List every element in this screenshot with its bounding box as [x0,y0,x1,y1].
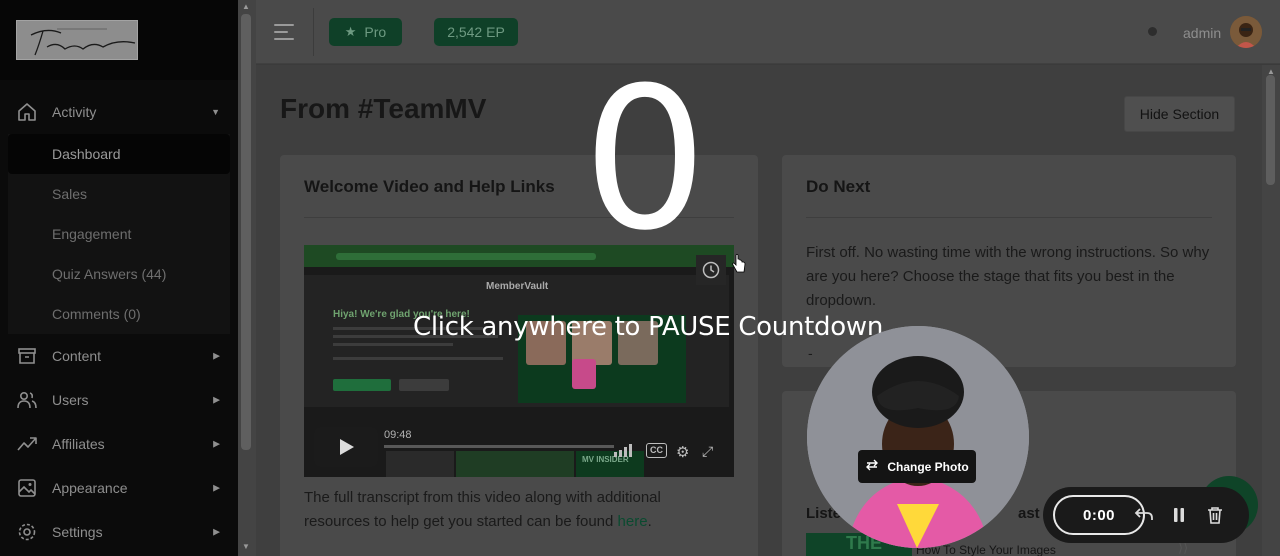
menu-toggle-icon[interactable] [274,24,294,40]
topbar-divider [313,8,314,56]
sidebar-nav: Activity ▼ Dashboard Sales Engagement Qu… [0,80,238,554]
video-cta-secondary [399,379,449,391]
sidebar-item-affiliates[interactable]: Affiliates ▶ [0,422,238,466]
recording-controls: 0:00 [1043,487,1249,543]
captions-icon[interactable]: CC [646,443,667,458]
pro-label: Pro [364,24,387,40]
sidebar-item-label: Affiliates [52,436,105,452]
logo-area [0,0,238,80]
countdown-number[interactable]: 0 [560,62,730,258]
sidebar: Activity ▼ Dashboard Sales Engagement Qu… [0,0,238,556]
sidebar-scroll-thumb[interactable] [241,14,251,450]
chevron-down-icon: ▼ [211,107,220,117]
transcript-text: The full transcript from this video alon… [304,486,714,534]
sidebar-item-users[interactable]: Users ▶ [0,378,238,422]
chevron-right-icon: ▶ [213,526,220,537]
pause-icon[interactable] [1168,504,1190,526]
stage-select[interactable]: - [808,345,813,361]
page-scroll-thumb[interactable] [1266,75,1275,185]
hand-cursor-icon [732,254,746,279]
sidebar-subitem-comments[interactable]: Comments (0) [8,294,230,334]
play-button[interactable] [314,427,378,467]
app-root: Activity ▼ Dashboard Sales Engagement Qu… [0,0,1280,556]
status-indicator [1148,27,1157,36]
fullscreen-icon[interactable]: ⤢ [702,443,713,460]
main-content: From #TeamMV Hide Section Welcome Video … [256,65,1262,556]
sidebar-item-content[interactable]: Content ▶ [0,334,238,378]
video-face [572,359,596,389]
card-divider [806,217,1212,218]
trending-icon [16,433,38,455]
volume-icon[interactable] [614,443,636,460]
sidebar-subitem-sales[interactable]: Sales [8,174,230,214]
page-title: From #TeamMV [280,93,487,124]
video-text-line [333,343,453,346]
swap-icon [865,458,879,475]
sidebar-item-label: Activity [52,104,97,120]
video-timecode: 09:48 [384,429,412,441]
activity-submenu: Dashboard Sales Engagement Quiz Answers … [8,134,230,334]
webcam-bubble[interactable] [807,326,1029,548]
sidebar-item-label: Users [52,392,89,408]
sidebar-item-activity[interactable]: Activity ▼ [0,90,238,134]
welcome-video[interactable]: MemberVault Hiya! We're glad you're here… [304,245,734,477]
sidebar-item-label: Appearance [52,480,128,496]
sidebar-scrollbar[interactable]: ▲ ▼ [238,0,256,556]
video-brand: MemberVault [486,281,549,292]
home-icon [16,101,38,123]
pause-countdown-message[interactable]: Click anywhere to PAUSE Countdown [413,312,883,342]
transcript-period: . [647,513,652,530]
chevron-right-icon: ▶ [213,350,220,361]
sidebar-subitem-quiz-answers[interactable]: Quiz Answers (44) [8,254,230,294]
do-next-title: Do Next [806,177,871,196]
sidebar-item-settings[interactable]: Settings ▶ [0,510,238,554]
undo-icon[interactable] [1133,504,1155,526]
transcript-body: The full transcript from this video alon… [304,489,661,530]
star-icon: ★ [344,24,357,39]
video-thumb-strip [456,451,574,477]
transcript-link[interactable]: here [618,513,648,530]
temple-logo[interactable] [16,20,138,60]
trash-icon[interactable] [1204,504,1226,526]
sidebar-item-label: Content [52,348,102,364]
pro-badge-button[interactable]: ★ Pro [329,18,402,46]
chevron-right-icon: ▶ [213,438,220,449]
avatar[interactable] [1230,16,1262,48]
image-icon [16,477,38,499]
hide-section-button[interactable]: Hide Section [1124,96,1235,132]
video-text-line [333,357,503,360]
archive-icon [16,345,38,367]
users-icon [16,389,38,411]
chevron-right-icon: ▶ [213,394,220,405]
sidebar-subitem-engagement[interactable]: Engagement [8,214,230,254]
welcome-card-title: Welcome Video and Help Links [304,177,555,196]
sidebar-item-label: Settings [52,524,103,540]
sidebar-item-appearance[interactable]: Appearance ▶ [0,466,238,510]
page-scrollbar[interactable]: ▲ [1262,65,1280,556]
video-progress-bar[interactable] [384,445,614,448]
settings-icon[interactable]: ⚙ [676,443,689,461]
change-photo-button[interactable]: Change Photo [858,450,976,483]
ep-points-button[interactable]: 2,542 EP [434,18,518,46]
sidebar-subitem-dashboard[interactable]: Dashboard [8,134,230,174]
video-thumb-strip [386,451,454,477]
scroll-down-icon[interactable]: ▼ [242,542,250,551]
gear-icon [16,521,38,543]
recording-timer: 0:00 [1053,495,1145,535]
chevron-right-icon: ▶ [213,482,220,493]
video-cta-primary [333,379,391,391]
do-next-text: First off. No wasting time with the wron… [806,244,1210,309]
scroll-up-icon[interactable]: ▲ [242,2,250,11]
video-player-controls: MV INSIDER 09:48 CC ⚙ ⤢ [304,421,734,477]
admin-username[interactable]: admin [1183,25,1221,41]
topbar: ★ Pro 2,542 EP admin [256,0,1280,64]
change-photo-label: Change Photo [887,459,969,474]
